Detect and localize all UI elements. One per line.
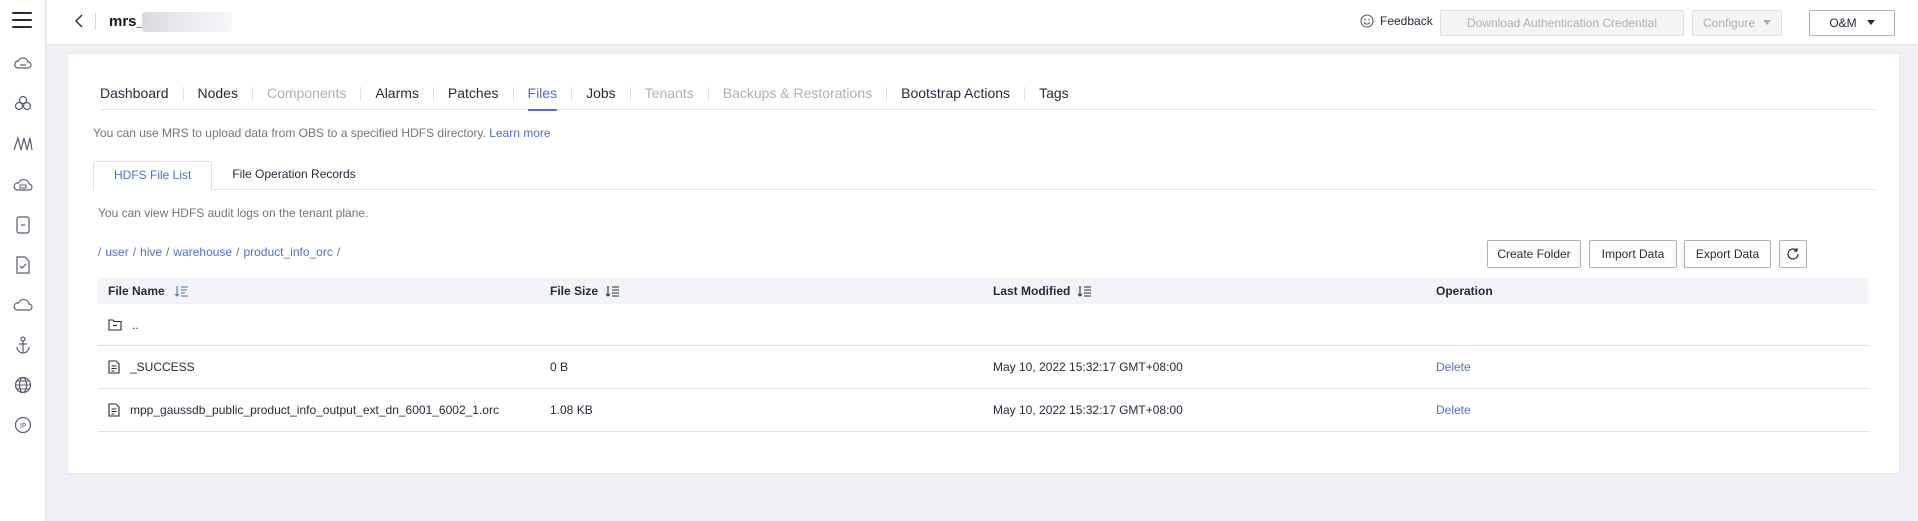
hamburger-menu-icon[interactable] (12, 12, 32, 30)
import-data-button[interactable]: Import Data (1589, 240, 1677, 268)
tab-components[interactable]: Components (253, 84, 360, 110)
file-subtabs: HDFS File List File Operation Records (93, 161, 1875, 191)
delete-link[interactable]: Delete (1436, 403, 1471, 417)
feedback-label: Feedback (1380, 14, 1433, 28)
top-header: mrs_ Feedback Download Authentication Cr… (47, 0, 1918, 45)
col-last-modified[interactable]: Last Modified (983, 284, 1426, 298)
tab-patches[interactable]: Patches (434, 84, 513, 110)
breadcrumb-hive[interactable]: hive (140, 245, 162, 259)
caret-down-icon (1866, 20, 1875, 25)
upload-hint: You can use MRS to upload data from OBS … (93, 126, 551, 140)
configure-dropdown[interactable]: Configure (1692, 10, 1782, 36)
col-last-modified-label: Last Modified (993, 284, 1071, 298)
breadcrumb-warehouse[interactable]: warehouse (173, 245, 232, 259)
col-file-size-label: File Size (550, 284, 599, 298)
analytics-icon[interactable] (13, 134, 33, 154)
breadcrumb: / user / hive / warehouse / product_info… (98, 245, 340, 259)
table-row: _SUCCESS 0 B May 10, 2022 15:32:17 GMT+0… (98, 346, 1869, 389)
configure-label: Configure (1702, 16, 1756, 30)
breadcrumb-product-info-orc[interactable]: product_info_orc (243, 245, 332, 259)
cloud-icon[interactable] (13, 53, 33, 73)
learn-more-link[interactable]: Learn more (489, 126, 550, 140)
export-data-button[interactable]: Export Data (1684, 240, 1771, 268)
table-row-parent-dir[interactable]: .. (98, 304, 1869, 346)
file-size: 1.08 KB (550, 403, 593, 417)
subtab-hdfs-file-list[interactable]: HDFS File List (93, 161, 213, 191)
cluster-icon[interactable] (13, 93, 33, 113)
files-panel: Dashboard Nodes Components Alarms Patche… (67, 53, 1900, 474)
file-icon (108, 360, 120, 374)
breadcrumb-separator: / (336, 245, 341, 259)
cluster-tabs: Dashboard Nodes Components Alarms Patche… (100, 84, 1875, 111)
parent-dir-link[interactable]: .. (132, 318, 139, 332)
delete-link[interactable]: Delete (1436, 360, 1471, 374)
refresh-icon (1787, 248, 1799, 260)
col-file-name-label: File Name (108, 284, 165, 298)
breadcrumb-separator: / (98, 245, 102, 259)
file-modified: May 10, 2022 15:32:17 GMT+08:00 (993, 403, 1183, 417)
caret-down-icon (1763, 20, 1772, 25)
sort-icon[interactable] (174, 285, 189, 297)
breadcrumb-separator: / (166, 245, 170, 259)
breadcrumb-user[interactable]: user (105, 245, 128, 259)
tab-tenants[interactable]: Tenants (631, 84, 708, 110)
breadcrumb-separator: / (236, 245, 240, 259)
hdfs-file-table: File Name File Size Last Modified Operat… (98, 278, 1869, 432)
file-modified: May 10, 2022 15:32:17 GMT+08:00 (993, 360, 1183, 374)
tab-files[interactable]: Files (514, 84, 572, 111)
back-arrow-icon[interactable] (72, 13, 88, 29)
cloud-search-icon[interactable] (13, 175, 33, 195)
file-name[interactable]: _SUCCESS (130, 360, 195, 374)
table-row: mpp_gaussdb_public_product_info_output_e… (98, 389, 1869, 432)
svg-text:IP: IP (20, 422, 26, 430)
anchor-icon[interactable] (13, 335, 33, 355)
ip-icon[interactable]: IP (13, 415, 33, 435)
refresh-button[interactable] (1779, 240, 1807, 268)
upload-hint-text: You can use MRS to upload data from OBS … (93, 126, 486, 140)
tab-nodes[interactable]: Nodes (184, 84, 252, 110)
file-icon (108, 403, 120, 417)
globe-icon[interactable] (13, 375, 33, 395)
sort-icon[interactable] (606, 285, 620, 297)
col-file-size[interactable]: File Size (540, 284, 983, 298)
header-divider (95, 13, 96, 30)
tab-bootstrap-actions[interactable]: Bootstrap Actions (887, 84, 1024, 110)
subtab-file-operation-records[interactable]: File Operation Records (212, 161, 375, 190)
om-label: O&M (1829, 16, 1857, 30)
cloud-outline-icon[interactable] (13, 295, 33, 315)
breadcrumb-separator: / (132, 245, 137, 259)
file-size: 0 B (550, 360, 569, 374)
folder-icon (108, 318, 122, 331)
tab-dashboard[interactable]: Dashboard (100, 84, 183, 110)
tab-backups-restorations[interactable]: Backups & Restorations (709, 84, 886, 110)
table-header: File Name File Size Last Modified Operat… (98, 278, 1869, 304)
create-folder-button[interactable]: Create Folder (1487, 240, 1581, 268)
col-file-name[interactable]: File Name (98, 284, 540, 298)
smiley-icon (1360, 14, 1374, 28)
sort-icon[interactable] (1078, 285, 1092, 297)
col-operation: Operation (1436, 284, 1493, 298)
storage-icon[interactable] (13, 215, 33, 235)
audit-hint: You can view HDFS audit logs on the tena… (98, 206, 369, 220)
feedback-link[interactable]: Feedback (1360, 14, 1433, 28)
cluster-name: mrs_ (109, 13, 145, 30)
tab-jobs[interactable]: Jobs (572, 84, 630, 110)
left-nav-rail: IP (0, 0, 46, 521)
om-dropdown[interactable]: O&M (1809, 10, 1895, 36)
document-icon[interactable] (13, 255, 33, 275)
tab-alarms[interactable]: Alarms (361, 84, 433, 110)
file-name[interactable]: mpp_gaussdb_public_product_info_output_e… (130, 403, 499, 417)
redacted-cluster-suffix (142, 12, 232, 32)
download-credential-button[interactable]: Download Authentication Credential (1440, 10, 1684, 36)
tab-tags[interactable]: Tags (1025, 84, 1083, 110)
